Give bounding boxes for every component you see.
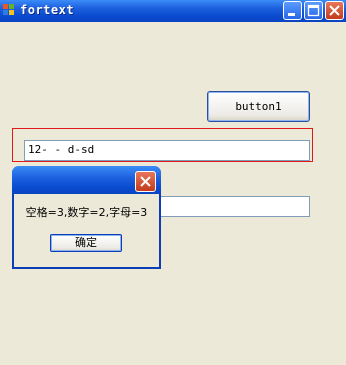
maximize-icon	[307, 4, 320, 17]
minimize-button[interactable]	[283, 1, 302, 20]
maximize-button[interactable]	[304, 1, 323, 20]
ok-button[interactable]: 确定	[50, 234, 122, 252]
windows-form-icon	[3, 4, 15, 16]
message-box-close-button[interactable]	[135, 171, 156, 192]
close-button[interactable]	[325, 1, 344, 20]
text-input-1[interactable]: 12- - d-sd	[24, 140, 310, 161]
message-box-text: 空格=3,数字=2,字母=3	[25, 206, 148, 219]
window-title: fortext	[20, 3, 75, 17]
text-input-2[interactable]	[150, 196, 310, 217]
title-bar[interactable]: fortext	[0, 0, 346, 22]
close-icon	[329, 5, 340, 16]
button1[interactable]: button1	[207, 91, 310, 122]
message-box-title-bar[interactable]	[12, 166, 161, 194]
main-window: fortext button1 12- - d-sd 空格=3,数字=2,字母=…	[0, 0, 346, 365]
close-icon	[140, 176, 151, 187]
message-box: 空格=3,数字=2,字母=3 确定	[12, 166, 161, 269]
minimize-icon	[288, 13, 295, 16]
